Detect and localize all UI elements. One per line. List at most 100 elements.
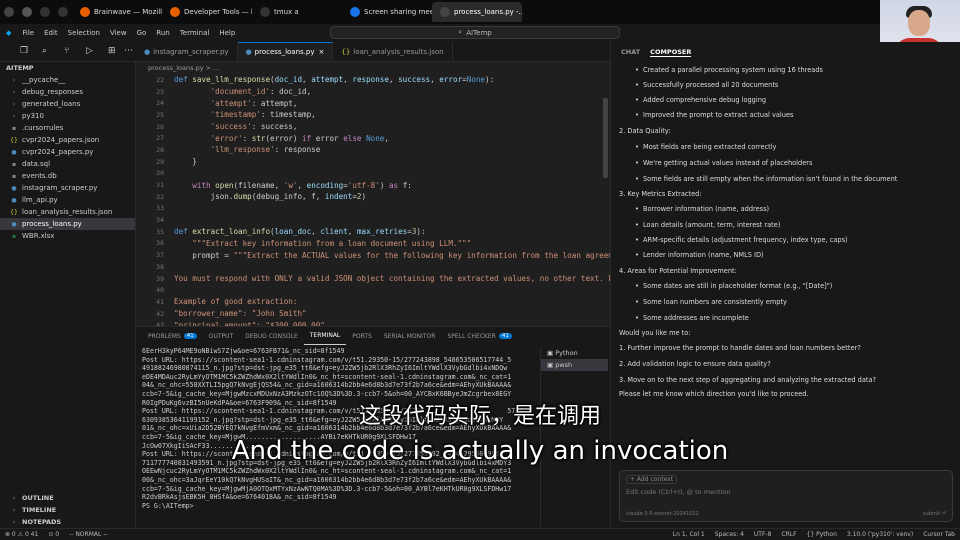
browser-tab[interactable]: tmux a bbox=[252, 2, 342, 22]
database-icon: ▪ bbox=[11, 160, 17, 168]
run-debug-icon[interactable]: ▷ bbox=[86, 46, 93, 56]
browser-tab[interactable] bbox=[36, 2, 54, 22]
menu-edit[interactable]: Edit bbox=[39, 29, 63, 37]
menu-file[interactable]: File bbox=[17, 29, 39, 37]
tab-chat[interactable]: CHAT bbox=[621, 48, 640, 56]
line-number: 29 bbox=[156, 157, 164, 166]
file-item[interactable]: ● llm_api.py bbox=[0, 194, 135, 206]
editor-tab-label: instagram_scraper.py bbox=[153, 47, 229, 56]
editor-tab[interactable]: ● process_loans.py × bbox=[237, 42, 334, 61]
browser-tab[interactable]: Screen sharing mee... bbox=[342, 2, 432, 22]
chat-line: Most fields are being extracted correctl… bbox=[611, 143, 776, 151]
file-item[interactable]: ▪ data.sql bbox=[0, 158, 135, 170]
folder-icon: › bbox=[12, 100, 16, 108]
terminal-line: R2dvBRkAsjsEBK5H_8HSfA&oe=6764018A&_nc_s… bbox=[142, 493, 337, 502]
chat-line: Would you like me to: bbox=[619, 329, 691, 337]
status-right-item[interactable]: CRLF bbox=[776, 531, 801, 538]
chat-line: 3. Move on to the next step of aggregati… bbox=[619, 376, 877, 384]
browser-tab[interactable] bbox=[0, 2, 18, 22]
status-right-item[interactable]: Cursor Tab bbox=[918, 531, 960, 538]
browser-tab[interactable]: Developer Tools — l... bbox=[162, 2, 252, 22]
file-item[interactable]: › py310 bbox=[0, 110, 135, 122]
editor-scrollbar[interactable] bbox=[603, 98, 608, 178]
editor-tab[interactable]: {} loan_analysis_results.json bbox=[333, 42, 453, 61]
file-item[interactable]: {} loan_analysis_results.json bbox=[0, 206, 135, 218]
code-line: 28 'llm_response': response bbox=[136, 144, 610, 156]
chat-input-box[interactable]: + Add context Edit code (Ctrl+I), @ to m… bbox=[619, 470, 953, 522]
tab-composer[interactable]: COMPOSER bbox=[650, 48, 692, 57]
panel-tab-problems[interactable]: PROBLEMS 41 bbox=[142, 333, 203, 340]
panel-tab-ports[interactable]: PORTS bbox=[346, 333, 378, 340]
status-left-item[interactable]: ⊙ 0 bbox=[43, 531, 64, 538]
file-item[interactable]: ▪ events.db bbox=[0, 170, 135, 182]
add-context-button[interactable]: + Add context bbox=[626, 475, 678, 484]
sidebar-section-timeline[interactable]: › TIMELINE bbox=[0, 504, 136, 516]
explorer-icon[interactable]: ❐ bbox=[20, 46, 28, 56]
python-icon: ● bbox=[11, 220, 17, 228]
submit-button[interactable]: submit ⏎ bbox=[923, 511, 946, 517]
file-item[interactable]: ● instagram_scraper.py bbox=[0, 182, 135, 194]
chat-line: 1. Further improve the prompt to handle … bbox=[619, 344, 861, 352]
status-right-item[interactable]: Ln 1, Col 1 bbox=[668, 531, 710, 538]
file-item[interactable]: › debug_responses bbox=[0, 86, 135, 98]
menu-go[interactable]: Go bbox=[132, 29, 152, 37]
source-control-icon[interactable]: ⑂ bbox=[64, 46, 69, 56]
chevron-right-icon: › bbox=[12, 494, 16, 502]
chatgpt-icon bbox=[22, 7, 32, 17]
browser-tab[interactable]: process_loans.py -... bbox=[432, 2, 522, 22]
browser-tab[interactable] bbox=[18, 2, 36, 22]
status-right-item[interactable]: 3.10.0 ('py310': venv) bbox=[842, 531, 918, 538]
status-right-item[interactable]: Spaces: 4 bbox=[710, 531, 749, 538]
close-icon[interactable]: × bbox=[318, 48, 324, 56]
status-right-item[interactable]: UTF-8 bbox=[749, 531, 777, 538]
menu-view[interactable]: View bbox=[105, 29, 132, 37]
menu-run[interactable]: Run bbox=[151, 29, 174, 37]
browser-tab-label: Screen sharing mee... bbox=[364, 8, 432, 16]
status-left-item[interactable]: -- NORMAL -- bbox=[64, 531, 112, 538]
more-icon[interactable]: ⋯ bbox=[124, 46, 133, 56]
file-item[interactable]: ● cvpr2024_papers.py bbox=[0, 146, 135, 158]
panel-tab-terminal[interactable]: TERMINAL bbox=[303, 327, 347, 345]
code-line: 25 'timestamp': timestamp, bbox=[136, 109, 610, 121]
menu-help[interactable]: Help bbox=[214, 29, 240, 37]
editor-tab[interactable]: ● instagram_scraper.py bbox=[136, 42, 238, 61]
extensions-icon[interactable]: ⊞ bbox=[108, 46, 116, 56]
command-center[interactable]: ⌕ AITemp bbox=[330, 26, 620, 39]
sidebar-section-outline[interactable]: › OUTLINE bbox=[0, 492, 136, 504]
panel-tab-spell-checker[interactable]: SPELL CHECKER 41 bbox=[441, 333, 517, 340]
chevron-right-icon: › bbox=[12, 518, 16, 526]
code-line: 41 Example of good extraction: bbox=[136, 296, 610, 308]
file-item[interactable]: {} cvpr2024_papers.json bbox=[0, 134, 135, 146]
chat-line: Some dates are still in placeholder form… bbox=[611, 282, 832, 290]
breadcrumb[interactable]: process_loans.py > ... bbox=[136, 62, 610, 74]
terminal-line: eDE4MDAuc2RyLmYyOTM1MC5kZWZhdWx0X2ltYWdl… bbox=[142, 372, 512, 381]
file-item[interactable]: ▪ .cursorrules bbox=[0, 122, 135, 134]
status-left-item[interactable]: ⊗ 0 ⚠ 0 41 bbox=[0, 531, 43, 538]
code-text: 'document_id': doc_id, bbox=[210, 87, 312, 97]
panel-tab-output[interactable]: OUTPUT bbox=[203, 333, 239, 340]
json-icon: {} bbox=[10, 136, 18, 144]
menu-terminal[interactable]: Terminal bbox=[175, 29, 215, 37]
menu-selection[interactable]: Selection bbox=[63, 29, 105, 37]
file-item[interactable]: › __pycache__ bbox=[0, 74, 135, 86]
terminal-line: 00&_nc_ohc=3aJqrEeY10kQ7kNvgHUSaIT&_nc_g… bbox=[142, 475, 512, 484]
browser-tab[interactable] bbox=[54, 2, 72, 22]
model-selector[interactable]: claude-3-5-sonnet-20241022 bbox=[626, 511, 699, 517]
search-icon[interactable]: ⌕ bbox=[42, 46, 47, 56]
terminal-instance[interactable]: ▣ Python bbox=[541, 347, 608, 359]
sidebar-section-notepads[interactable]: › NOTEPADS bbox=[0, 516, 136, 528]
terminal-instance-label: pwsh bbox=[555, 361, 573, 369]
terminal-instance[interactable]: ▣ pwsh bbox=[541, 359, 608, 371]
file-item[interactable]: › generated_loans bbox=[0, 98, 135, 110]
browser-tab[interactable]: Brainwave — Mozill... bbox=[72, 2, 162, 22]
terminal-line: Post URL: https://scontent-sea1-1.cdnins… bbox=[142, 355, 512, 364]
status-right-item[interactable]: {} Python bbox=[802, 531, 842, 538]
panel-tab-debug-console[interactable]: DEBUG CONSOLE bbox=[239, 333, 304, 340]
chat-line: Successfully processed all 20 documents bbox=[611, 81, 778, 89]
file-item[interactable]: ● process_loans.py bbox=[0, 218, 135, 230]
chevron-right-icon: › bbox=[12, 506, 16, 514]
file-item[interactable]: ▪ WBR.xlsx bbox=[0, 230, 135, 242]
code-view[interactable]: 22 def save_llm_response(doc_id, attempt,… bbox=[136, 74, 636, 366]
section-label: TIMELINE bbox=[22, 506, 57, 514]
panel-tab-serial-monitor[interactable]: SERIAL MONITOR bbox=[378, 333, 442, 340]
